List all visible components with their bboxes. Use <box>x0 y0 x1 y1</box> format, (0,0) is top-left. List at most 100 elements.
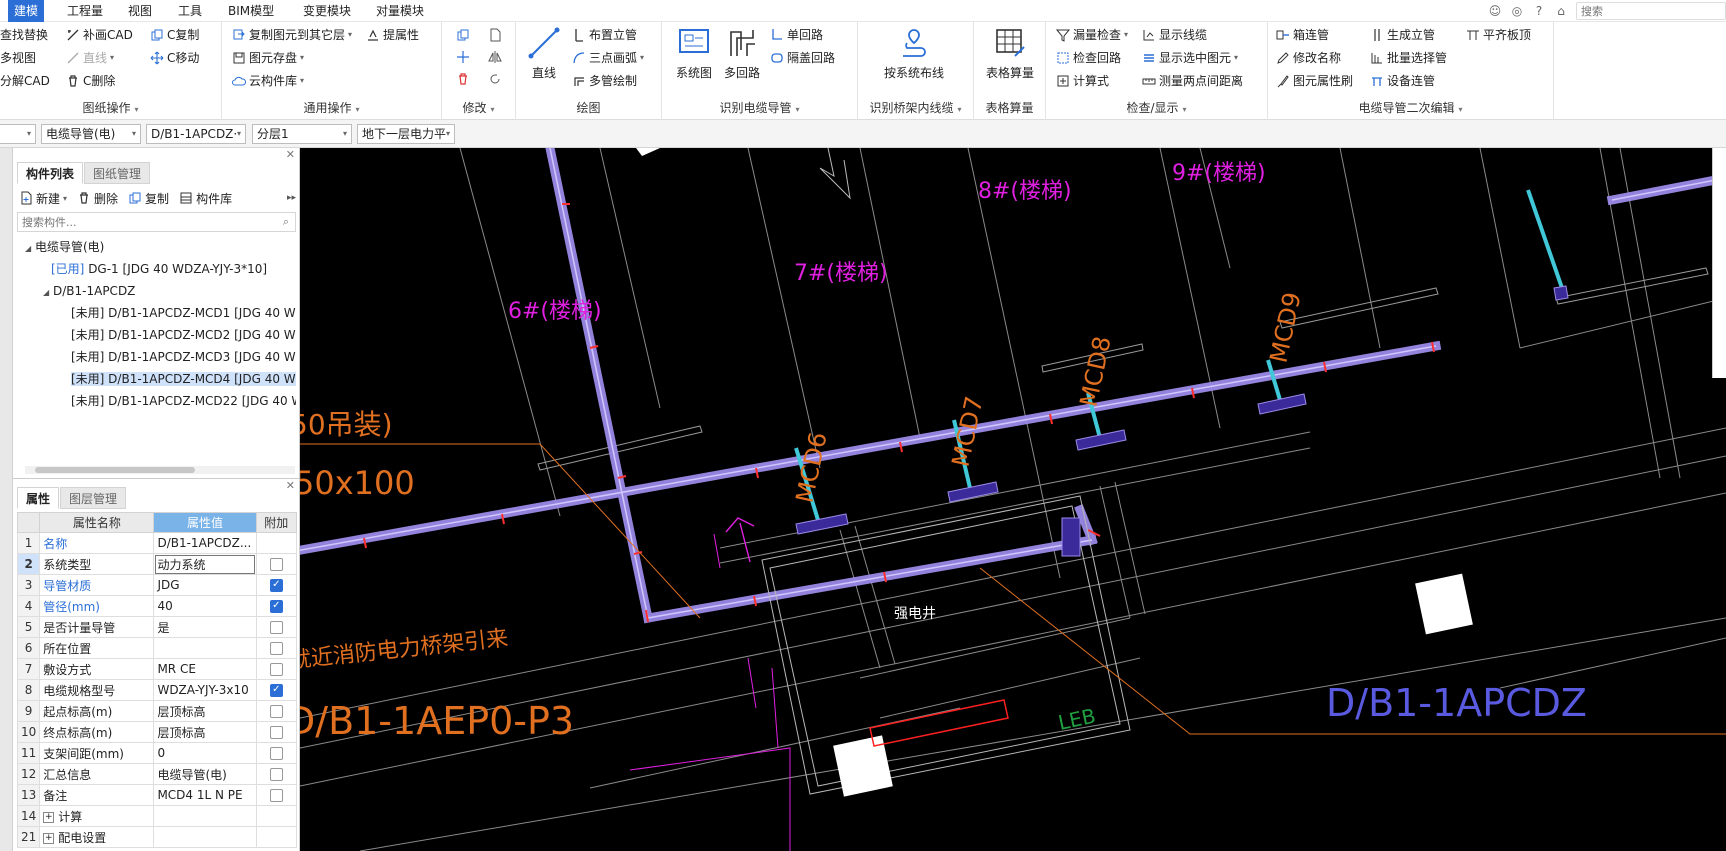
save-element-button[interactable]: 图元存盘 ▾ <box>232 48 304 68</box>
draw-line-button[interactable]: 直线 <box>516 26 572 81</box>
flush-ceiling-button[interactable]: 平齐板顶 <box>1466 25 1531 45</box>
property-value[interactable]: JDG <box>153 574 257 596</box>
property-value[interactable]: 动力系统 <box>153 553 257 575</box>
headset-icon[interactable]: ◎ <box>1509 3 1525 19</box>
tree-item[interactable]: [未用] D/B1-1APCDZ-MCD2 [JDG 40 WDZA-YJY-3… <box>13 324 296 346</box>
property-row[interactable]: 21 + 配电设置 <box>16 826 298 848</box>
concealed-loop-button[interactable]: 隔盖回路 <box>770 48 835 68</box>
device-connect-button[interactable]: 设备连管 <box>1370 71 1435 91</box>
document-icon[interactable] <box>488 28 502 42</box>
component-library-button[interactable]: 构件库 <box>179 190 232 207</box>
c-delete-button[interactable]: C删除 <box>66 71 115 91</box>
checkbox[interactable] <box>269 620 283 634</box>
modify-name-button[interactable]: 修改名称 <box>1276 48 1341 68</box>
menu-tab-change[interactable]: 变更模块 <box>297 0 357 22</box>
expand-arrow-icon[interactable]: ◢ <box>43 282 53 302</box>
property-row[interactable]: 9 起点标高(m) 层顶标高 <box>16 700 298 722</box>
supplement-cad-button[interactable]: 补画CAD <box>66 25 133 45</box>
tree-item[interactable]: [未用] D/B1-1APCDZ-MCD4 [JDG 40 WDZA-YJY-3… <box>13 368 296 390</box>
mirror-icon[interactable] <box>488 50 502 64</box>
property-row[interactable]: 1 名称 D/B1-1APCDZ... <box>16 532 298 554</box>
component-select[interactable]: D/B1-1APCDZ· ▾ <box>146 124 246 144</box>
checkbox[interactable] <box>269 641 283 655</box>
cad-canvas[interactable]: 6#(楼梯) 7#(楼梯) 8#(楼梯) 9#(楼梯) MCD6 MCD7 MC… <box>300 148 1726 851</box>
checkbox[interactable] <box>269 704 283 718</box>
equipment-box[interactable] <box>1415 573 1473 635</box>
ribbon-group-label[interactable]: 识别桥架内线缆 ▾ <box>858 99 973 116</box>
property-value[interactable]: 层顶标高 <box>153 700 257 722</box>
component-search-input[interactable] <box>17 212 296 232</box>
cad-drawing[interactable]: 6#(楼梯) 7#(楼梯) 8#(楼梯) 9#(楼梯) MCD6 MCD7 MC… <box>300 148 1726 851</box>
straight-line-button[interactable]: 直线 ▾ <box>66 48 114 68</box>
tree-item[interactable]: ◢ D/B1-1APCDZ <box>13 280 296 302</box>
property-value[interactable]: MR CE <box>153 658 257 680</box>
property-value[interactable]: MCD4 1L N PE <box>153 784 257 806</box>
help-icon[interactable]: ? <box>1531 3 1547 19</box>
property-row[interactable]: 2 系统类型 动力系统 <box>16 553 298 575</box>
chevron-right-icon[interactable]: ▸▸ <box>287 193 296 203</box>
property-row[interactable]: 7 敷设方式 MR CE <box>16 658 298 680</box>
distribution-boxes[interactable] <box>794 189 1569 535</box>
ribbon-group-label[interactable]: 图纸操作 ▾ <box>0 99 221 116</box>
blank-select[interactable]: ▾ <box>0 124 36 144</box>
new-component-button[interactable]: 新建 ▾ <box>19 190 67 207</box>
delete-component-button[interactable]: 删除 <box>77 190 118 207</box>
c-move-button[interactable]: C移动 <box>150 48 199 68</box>
checkbox[interactable] <box>269 557 283 571</box>
scrollbar-thumb[interactable] <box>35 467 195 473</box>
show-selected-button[interactable]: 显示选中图元 ▾ <box>1142 48 1238 68</box>
checkbox[interactable]: ✓ <box>269 599 283 613</box>
decompose-cad-button[interactable]: 分解CAD <box>0 71 50 91</box>
checkbox[interactable] <box>269 662 283 676</box>
property-row[interactable]: 12 汇总信息 电缆导管(电) <box>16 763 298 785</box>
property-row[interactable]: 4 管径(mm) 40 ✓ <box>16 595 298 617</box>
checkbox[interactable] <box>269 746 283 760</box>
multi-pipe-button[interactable]: 多管绘制 <box>572 71 637 91</box>
tree-item[interactable]: [未用] D/B1-1APCDZ-MCD1 [JDG 40 WDZA-YJY-3… <box>13 302 296 324</box>
menu-tab-modeling[interactable]: 建模 <box>8 0 45 22</box>
extract-attr-button[interactable]: 提属性 <box>366 25 419 45</box>
property-row[interactable]: 11 支架间距(mm) 0 <box>16 742 298 764</box>
floor-select[interactable]: 地下一层电力平 ▾ <box>357 124 455 144</box>
search-icon[interactable]: ⌕ <box>283 215 289 229</box>
find-replace-button[interactable]: 查找替换 <box>0 25 48 45</box>
ribbon-group-label[interactable]: 检查/显示 ▾ <box>1046 99 1267 116</box>
property-value[interactable]: 是 <box>153 616 257 638</box>
ribbon-group-label[interactable]: 通用操作 ▾ <box>222 99 441 116</box>
gen-riser-button[interactable]: 生成立管 <box>1370 25 1435 45</box>
tree-item[interactable]: ◢ 电缆导管(电) <box>13 236 296 258</box>
trash-icon[interactable] <box>456 72 470 86</box>
user-icon[interactable]: ☺ <box>1487 3 1503 19</box>
tree-item[interactable]: [已用] DG-1 [JDG 40 WDZA-YJY-3*10] <box>13 258 296 280</box>
expand-arrow-icon[interactable]: ◢ <box>25 238 35 258</box>
rotate-icon[interactable] <box>488 72 502 86</box>
check-loop-button[interactable]: 检查回路 <box>1056 48 1121 68</box>
menu-tab-view[interactable]: 视图 <box>122 0 158 22</box>
c-copy-button[interactable]: C复制 <box>150 25 199 45</box>
property-row[interactable]: 10 终点标高(m) 层顶标高 <box>16 721 298 743</box>
property-value[interactable]: D/B1-1APCDZ... <box>153 532 257 554</box>
brush-attr-button[interactable]: 图元属性刷 <box>1276 71 1353 91</box>
tab-properties[interactable]: 属性 <box>17 487 60 509</box>
ribbon-group-label[interactable]: 修改 ▾ <box>442 99 515 116</box>
conduit-lines[interactable] <box>300 148 1726 624</box>
left-collapsed-strip[interactable] <box>0 148 13 851</box>
checkbox[interactable]: ✓ <box>269 683 283 697</box>
ribbon-group-label[interactable]: 电缆导管二次编辑 ▾ <box>1268 99 1553 116</box>
single-loop-button[interactable]: 单回路 <box>770 25 823 45</box>
tab-drawing-management[interactable]: 图纸管理 <box>84 162 151 184</box>
checkbox[interactable] <box>269 788 283 802</box>
property-row[interactable]: 14 + 计算 <box>16 805 298 827</box>
batch-select-button[interactable]: 批量选择管 <box>1370 48 1447 68</box>
formula-button[interactable]: 计算式 <box>1056 71 1109 91</box>
menu-tab-bim[interactable]: BIM模型 <box>222 0 280 22</box>
box-connect-button[interactable]: 箱连管 <box>1276 25 1329 45</box>
shirt-icon[interactable]: ⌂ <box>1553 3 1569 19</box>
property-value[interactable]: 电缆导管(电) <box>153 763 257 785</box>
property-row[interactable]: 13 备注 MCD4 1L N PE <box>16 784 298 806</box>
by-system-wiring-button[interactable]: 按系统布线 <box>862 26 966 81</box>
horizontal-scrollbar[interactable] <box>25 466 295 474</box>
place-riser-button[interactable]: 布置立管 <box>572 25 637 45</box>
tree-item[interactable]: [未用] D/B1-1APCDZ-MCD22 [JDG 40 WDZA-YJY-… <box>13 390 296 412</box>
copy-to-layer-button[interactable]: 复制图元到其它层 ▾ <box>232 25 352 45</box>
